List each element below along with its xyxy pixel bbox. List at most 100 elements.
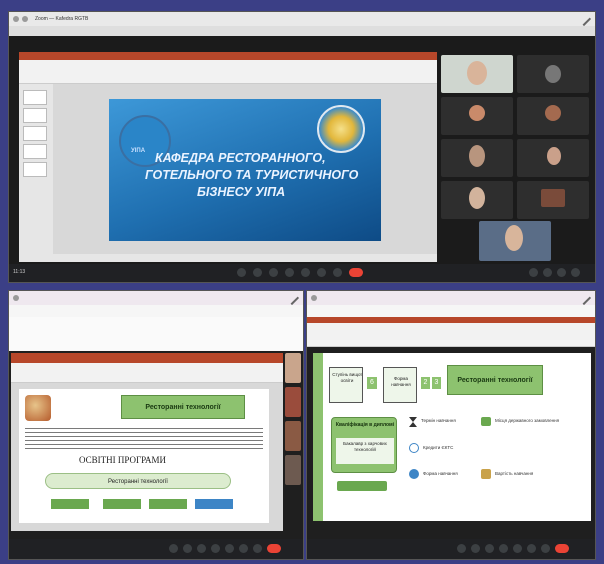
raise-hand-icon[interactable] xyxy=(499,544,508,553)
people-group-icon xyxy=(481,417,491,426)
participant-tile[interactable] xyxy=(441,55,513,93)
participant-face xyxy=(469,187,485,209)
meeting-controls: 11:13 xyxy=(9,264,595,282)
participant-tile[interactable] xyxy=(285,421,301,451)
participant-tile[interactable] xyxy=(517,181,589,219)
participant-tile[interactable] xyxy=(517,55,589,93)
ppt-title-bar xyxy=(19,52,437,60)
info-item-label: Вартість навчання xyxy=(495,471,534,476)
study-form-label: Форма навчання xyxy=(391,376,411,387)
chat-icon[interactable] xyxy=(541,544,550,553)
info-item-label: Форма навчання xyxy=(423,471,458,476)
clock-icon xyxy=(409,443,419,453)
participant-avatar xyxy=(545,105,561,121)
mic-icon[interactable] xyxy=(169,544,178,553)
slide-thumb[interactable] xyxy=(23,108,47,123)
participant-tile[interactable] xyxy=(517,97,589,135)
participant-tile[interactable] xyxy=(285,455,301,485)
camera-icon[interactable] xyxy=(183,544,192,553)
globe-icon xyxy=(409,469,419,479)
meeting-controls xyxy=(307,539,595,559)
participant-face xyxy=(469,145,485,167)
slide-thumb[interactable] xyxy=(23,144,47,159)
ppt-title-bar xyxy=(11,353,283,363)
participant-tile[interactable] xyxy=(441,181,513,219)
degree-value: 6 xyxy=(367,377,377,389)
participant-tile[interactable] xyxy=(517,139,589,177)
mic-icon[interactable] xyxy=(237,268,246,277)
people-icon[interactable] xyxy=(543,268,552,277)
meeting-window-top: Zoom — Kafedra RGTB УІПА КАФЕДРА РЕСТОРА… xyxy=(8,11,596,283)
title-slide: УІПА КАФЕДРА РЕСТОРАННОГО, ГОТЕЛЬНОГО ТА… xyxy=(109,99,381,241)
ppt-ribbon[interactable] xyxy=(307,323,595,347)
wallet-icon xyxy=(481,469,491,479)
captions-icon[interactable] xyxy=(485,544,494,553)
logo-text: УІПА xyxy=(131,148,146,154)
program-banner: Ресторанні технології xyxy=(121,395,245,419)
activities-icon[interactable] xyxy=(571,268,580,277)
qualification-title: Кваліфікація в дипломі xyxy=(335,422,395,428)
browser-tab-bar xyxy=(9,291,303,306)
camera-icon[interactable] xyxy=(471,544,480,553)
info-icon[interactable] xyxy=(529,268,538,277)
description-text-block xyxy=(25,425,263,451)
leave-call-button[interactable] xyxy=(267,544,281,553)
study-form-value: 2 xyxy=(421,377,430,389)
ppt-ribbon[interactable] xyxy=(11,363,283,383)
browser-tab-bar xyxy=(307,291,595,306)
powerpoint-window: УІПА КАФЕДРА РЕСТОРАННОГО, ГОТЕЛЬНОГО ТА… xyxy=(19,52,437,262)
pen-icon[interactable] xyxy=(284,291,300,306)
more-icon[interactable] xyxy=(527,544,536,553)
slide-thumbnails[interactable] xyxy=(19,84,53,254)
raise-hand-icon[interactable] xyxy=(211,544,220,553)
chat-icon[interactable] xyxy=(333,268,342,277)
chat-icon[interactable] xyxy=(253,544,262,553)
qualification-box: Кваліфікація в дипломі Бакалавр з харчов… xyxy=(331,417,397,473)
captions-icon[interactable] xyxy=(269,268,278,277)
participant-tile[interactable] xyxy=(441,97,513,135)
degree-box: Ступінь вищої освіти xyxy=(329,367,363,403)
back-icon[interactable] xyxy=(13,16,19,22)
participant-face xyxy=(547,147,561,165)
address-bar[interactable] xyxy=(307,305,595,317)
slide-thumb[interactable] xyxy=(23,162,47,177)
browser-tab-title[interactable]: Zoom — Kafedra RGTB xyxy=(35,16,88,22)
green-action-button[interactable] xyxy=(337,481,387,491)
degree-label: Ступінь вищої освіти xyxy=(332,372,362,383)
captions-icon[interactable] xyxy=(197,544,206,553)
leave-call-button[interactable] xyxy=(555,544,569,553)
page-area xyxy=(9,317,303,351)
forward-icon[interactable] xyxy=(22,16,28,22)
leave-call-button[interactable] xyxy=(349,268,363,277)
option-box xyxy=(195,499,233,509)
address-bar[interactable] xyxy=(9,305,303,317)
program-slide: Ресторанні технології ОСВІТНІ ПРОГРАМИ Р… xyxy=(19,389,269,523)
slide-thumb[interactable] xyxy=(23,90,47,105)
camera-icon[interactable] xyxy=(253,268,262,277)
meeting-window-bottom-left: Ресторанні технології ОСВІТНІ ПРОГРАМИ Р… xyxy=(8,290,304,560)
participant-tile[interactable] xyxy=(441,139,513,177)
present-icon[interactable] xyxy=(225,544,234,553)
chat-panel-icon[interactable] xyxy=(557,268,566,277)
participant-face xyxy=(545,65,561,83)
address-bar[interactable] xyxy=(9,26,595,36)
ppt-ribbon[interactable] xyxy=(19,60,437,84)
more-icon[interactable] xyxy=(239,544,248,553)
self-view-tile[interactable] xyxy=(479,221,551,261)
vertical-strip xyxy=(313,353,323,521)
back-icon[interactable] xyxy=(311,295,317,301)
participant-tile[interactable] xyxy=(285,353,301,383)
slide-title-line-2: ГОТЕЛЬНОГО ТА ТУРИСТИЧНОГО xyxy=(145,168,359,182)
slide-thumb[interactable] xyxy=(23,126,47,141)
pen-icon[interactable] xyxy=(576,291,592,306)
pen-icon[interactable] xyxy=(576,12,592,27)
more-icon[interactable] xyxy=(317,268,326,277)
participant-tile[interactable] xyxy=(285,387,301,417)
present-icon[interactable] xyxy=(513,544,522,553)
back-icon[interactable] xyxy=(13,295,19,301)
raise-hand-icon[interactable] xyxy=(285,268,294,277)
present-icon[interactable] xyxy=(301,268,310,277)
mic-icon[interactable] xyxy=(457,544,466,553)
info-item-label: Місця державного замовлення xyxy=(495,418,560,423)
qualification-text: Бакалавр з харчових технологій xyxy=(336,438,394,464)
